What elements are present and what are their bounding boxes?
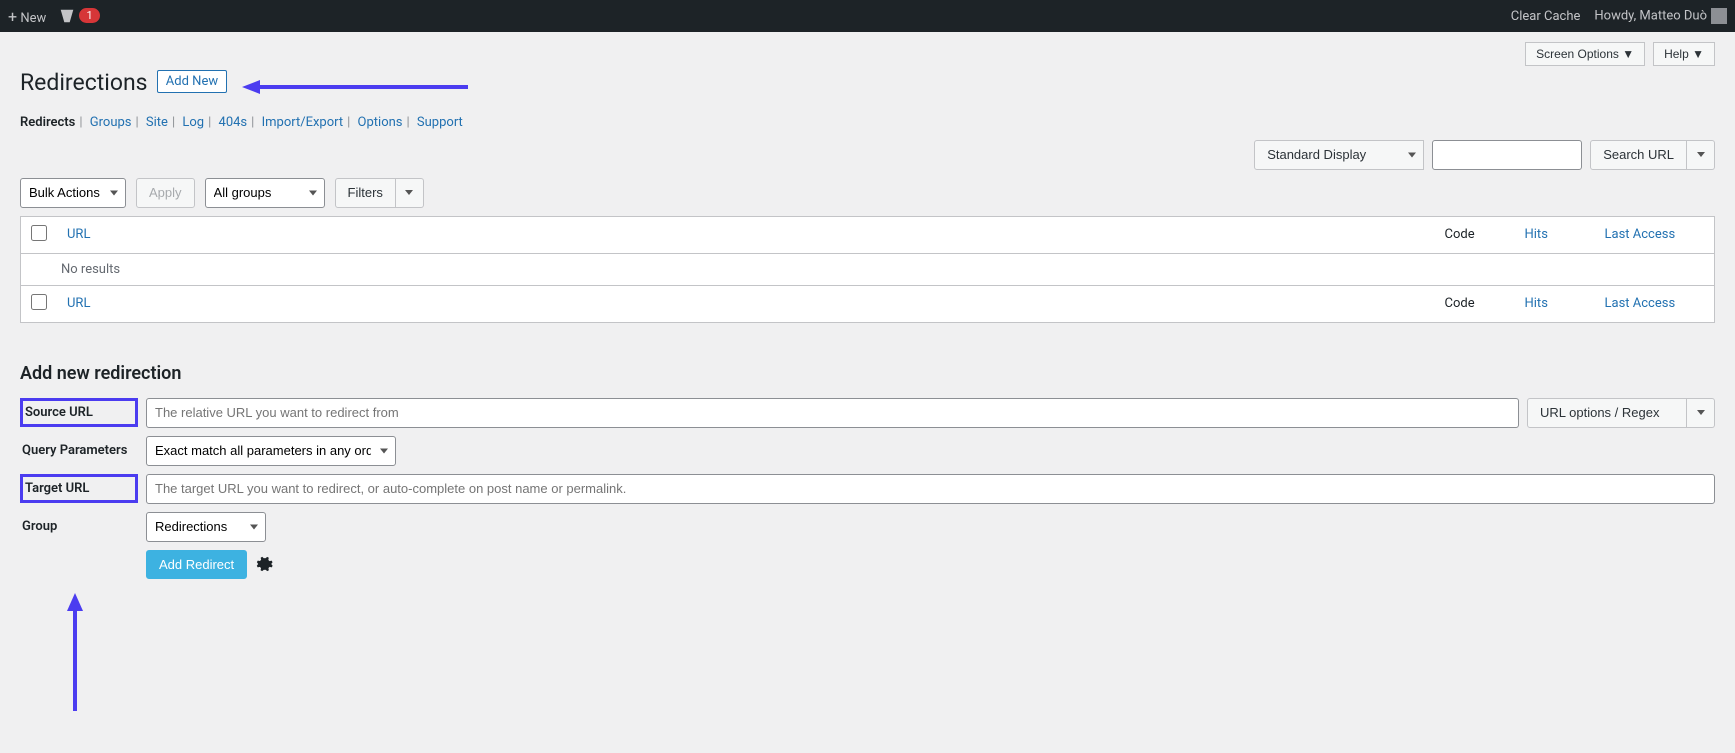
update-badge: 1: [79, 8, 99, 23]
no-results-row: No results: [21, 253, 1715, 285]
target-url-input[interactable]: [146, 474, 1715, 504]
redirects-table: URL Code Hits Last Access No results URL…: [20, 216, 1715, 323]
annotation-arrow-addnew: [240, 77, 470, 97]
screen-options-button[interactable]: Screen Options ▼: [1525, 42, 1645, 66]
col-code-bottom: Code: [1435, 285, 1515, 322]
tab-log[interactable]: Log: [182, 115, 204, 130]
yoast-icon: [58, 7, 76, 25]
tab-options[interactable]: Options: [358, 115, 403, 130]
target-url-label: Target URL: [20, 474, 138, 503]
tab-404s[interactable]: 404s: [219, 115, 248, 130]
search-url-button[interactable]: Search URL: [1590, 140, 1687, 170]
url-options-button[interactable]: URL options / Regex: [1527, 398, 1687, 428]
clear-cache-link[interactable]: Clear Cache: [1511, 9, 1581, 24]
col-code-top: Code: [1435, 216, 1515, 253]
col-hits-top[interactable]: Hits: [1515, 216, 1595, 253]
filters-button[interactable]: Filters: [335, 178, 396, 208]
search-url-caret[interactable]: [1687, 140, 1715, 170]
source-url-label: Source URL: [20, 398, 138, 427]
select-all-bottom[interactable]: [31, 294, 47, 310]
help-button[interactable]: Help ▼: [1653, 42, 1715, 66]
bulk-actions-select[interactable]: Bulk Actions: [20, 178, 126, 208]
tab-redirects[interactable]: Redirects: [20, 115, 75, 130]
admin-bar-new[interactable]: + New: [8, 7, 46, 26]
display-select[interactable]: Standard Display: [1254, 140, 1424, 170]
add-new-button[interactable]: Add New: [157, 70, 227, 93]
plus-icon: +: [8, 7, 17, 26]
tab-import-export[interactable]: Import/Export: [262, 115, 344, 130]
query-params-select[interactable]: Exact match all parameters in any order: [146, 436, 396, 466]
all-groups-select[interactable]: All groups: [205, 178, 325, 208]
tab-site[interactable]: Site: [146, 115, 168, 130]
group-select[interactable]: Redirections: [146, 512, 266, 542]
select-all-top[interactable]: [31, 225, 47, 241]
add-redirect-button[interactable]: Add Redirect: [146, 550, 247, 579]
filters-caret[interactable]: [396, 178, 424, 208]
tab-navigation: Redirects| Groups| Site| Log| 404s| Impo…: [20, 115, 1715, 130]
col-url-top[interactable]: URL: [57, 216, 1435, 253]
source-url-input[interactable]: [146, 398, 1519, 428]
howdy-link[interactable]: Howdy, Matteo Duò: [1594, 8, 1727, 24]
avatar: [1711, 8, 1727, 24]
admin-bar: + New 1 Clear Cache Howdy, Matteo Duò: [0, 0, 1735, 32]
search-input[interactable]: [1432, 140, 1582, 170]
annotation-arrow-addredirect: [60, 593, 90, 713]
gear-icon[interactable]: [255, 555, 273, 573]
url-options-caret[interactable]: [1687, 398, 1715, 428]
col-hits-bottom[interactable]: Hits: [1515, 285, 1595, 322]
query-params-label: Query Parameters: [20, 439, 138, 462]
col-lastaccess-bottom[interactable]: Last Access: [1595, 285, 1715, 322]
tab-groups[interactable]: Groups: [90, 115, 132, 130]
group-label: Group: [20, 515, 138, 538]
col-url-bottom[interactable]: URL: [57, 285, 1435, 322]
col-lastaccess-top[interactable]: Last Access: [1595, 216, 1715, 253]
admin-bar-yoast[interactable]: 1: [58, 7, 99, 25]
tab-support[interactable]: Support: [417, 115, 463, 130]
page-title: Redirections: [20, 69, 148, 96]
add-new-section-title: Add new redirection: [20, 363, 1715, 384]
apply-button[interactable]: Apply: [136, 178, 195, 208]
